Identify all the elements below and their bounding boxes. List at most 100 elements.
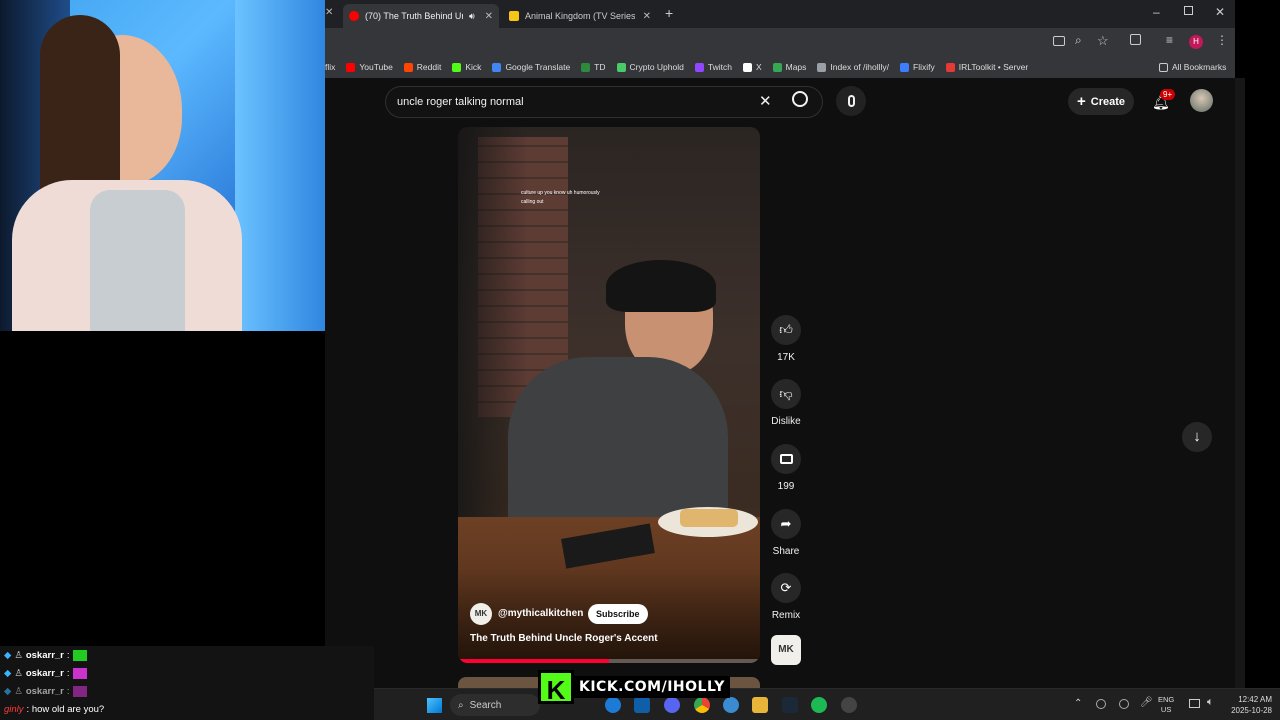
stream-chat: ◆ ♙ oskarr_r: ◆ ♙ oskarr_r: ◆ ♙ oskarr_r: g… (0, 646, 374, 720)
voice-search-button[interactable] (836, 86, 866, 116)
app-icon[interactable] (841, 697, 857, 713)
notifications-button[interactable]: 🔔︎ 9+ (1150, 89, 1176, 110)
clear-search-icon[interactable]: ✕ (759, 92, 772, 110)
install-app-icon[interactable] (1053, 36, 1065, 46)
chat-line: ◆ ♙ oskarr_r: (0, 646, 374, 664)
video-progress-track[interactable] (458, 659, 760, 663)
bookmark-item[interactable]: Kick (452, 62, 481, 72)
subscribe-button[interactable]: Subscribe (588, 604, 648, 624)
window-close-icon[interactable]: ✕ (1215, 5, 1225, 19)
steam-icon[interactable] (782, 697, 798, 713)
account-avatar[interactable] (1190, 89, 1213, 112)
bookmark-label: Crypto Uphold (629, 62, 684, 72)
windows-start-icon[interactable] (427, 698, 442, 713)
create-label: Create (1090, 95, 1125, 108)
bookmark-item[interactable]: Index of /ihollly/ (817, 62, 889, 72)
chat-username: oskarr_r (25, 649, 64, 661)
bookmark-star-icon[interactable]: ☆ (1097, 33, 1109, 49)
tray-chevron-icon[interactable]: ⌃ (1074, 698, 1082, 709)
badge-icon: ♙ (14, 667, 23, 679)
video-title[interactable]: The Truth Behind Uncle Roger's Accent (470, 633, 658, 644)
microphone-icon[interactable]: 🎤︎ (1140, 697, 1153, 708)
bookmark-list: flix YouTube Reddit Kick Google Translate TD C… (325, 62, 1039, 72)
new-tab-icon[interactable]: + (665, 5, 673, 21)
dislike-button[interactable]: 👎︎ (771, 379, 801, 409)
language-code: ENG (1158, 695, 1175, 704)
kick-icon (452, 62, 462, 72)
short-video-player[interactable]: culture up you know uh humorously callin… (458, 127, 760, 663)
maximize-icon[interactable] (1184, 6, 1193, 15)
x-icon (742, 62, 752, 72)
bookmark-item[interactable]: Flixify (900, 62, 935, 72)
speaker-icon[interactable]: 🔊︎ (469, 11, 475, 22)
network-icon[interactable] (1189, 699, 1200, 708)
create-button[interactable]: + Create (1068, 88, 1134, 115)
volume-icon[interactable]: 🔈︎ (1207, 696, 1214, 709)
bookmark-item[interactable]: Google Translate (492, 62, 570, 72)
remix-button[interactable]: ⟳ (771, 573, 801, 603)
browser-menu-icon[interactable]: ⋮ (1216, 33, 1228, 47)
tab-youtube[interactable]: (70) The Truth Behind Uncle 🔊︎ ✕ (343, 4, 499, 28)
bookmark-label: X (755, 62, 762, 72)
video-caption: culture up you know uh humorously callin… (521, 190, 600, 205)
maps-icon (772, 62, 782, 72)
remix-label: Remix (771, 610, 801, 621)
google-icon (492, 62, 502, 72)
search-input[interactable]: uncle roger talking normal (385, 86, 823, 118)
webcam-door (235, 0, 325, 331)
bookmark-item[interactable]: Twitch (694, 62, 732, 72)
like-button[interactable]: 👍︎ (771, 315, 801, 345)
bookmark-item[interactable]: X (742, 62, 762, 72)
bookmark-label: Flixify (913, 62, 935, 72)
comments-button[interactable] (771, 444, 801, 474)
tab-title: Animal Kingdom (TV Series 20 (525, 11, 635, 21)
search-icon[interactable] (792, 91, 808, 107)
channel-name[interactable]: @mythicalkitchen (498, 608, 583, 619)
page-scrollbar[interactable] (1235, 78, 1245, 688)
language-indicator[interactable]: ENG US (1158, 695, 1174, 715)
channel-avatar[interactable]: MK (470, 603, 492, 625)
profile-avatar[interactable]: H (1189, 35, 1203, 49)
kick-url: KICK.COM/IHOLLY (574, 676, 730, 698)
tray-app-icon[interactable] (1119, 699, 1129, 709)
bookmark-item[interactable]: TD (581, 62, 606, 72)
share-label: Share (772, 546, 800, 557)
bookmark-item[interactable]: flix (325, 62, 335, 72)
keyboard-layout: US (1160, 705, 1172, 714)
spotify-icon[interactable] (811, 697, 827, 713)
bookmark-label: IRLToolkit • Server (958, 62, 1029, 72)
close-tab-icon[interactable]: ✕ (643, 11, 651, 22)
search-query: uncle roger talking normal (397, 96, 524, 108)
extensions-icon[interactable] (1130, 34, 1141, 45)
bookmark-item[interactable]: Crypto Uphold (616, 62, 684, 72)
file-explorer-icon[interactable] (752, 697, 768, 713)
badge-icon: ◆ (4, 649, 12, 661)
bookmark-label: Reddit (416, 62, 442, 72)
chat-line: ginly : how old are you? (0, 700, 374, 718)
dislike-label: Dislike (771, 416, 801, 427)
chat-username: oskarr_r (25, 685, 64, 697)
close-tab-icon[interactable]: ✕ (485, 11, 493, 22)
all-bookmarks-button[interactable]: All Bookmarks (1159, 62, 1226, 72)
thumbs-up-icon: 👍︎ (779, 322, 793, 337)
bookmark-label: YouTube (359, 62, 393, 72)
minimize-icon[interactable]: – (1153, 5, 1160, 19)
chat-line: ◆ ♙ oskarr_r: (0, 682, 374, 700)
bookmark-item[interactable]: Maps (772, 62, 807, 72)
sound-thumbnail[interactable]: MK (771, 635, 801, 665)
bookmark-label: Maps (785, 62, 807, 72)
next-video-button[interactable]: ↓ (1182, 422, 1212, 452)
taskbar-search[interactable]: ⌕ Search (450, 694, 540, 716)
thumbs-down-icon: 👎︎ (779, 386, 793, 401)
zoom-icon[interactable]: ⌕ (1075, 33, 1082, 48)
clock[interactable]: 12:42 AM 2025-10-28 (1227, 694, 1272, 716)
youtube-icon (349, 11, 359, 21)
share-button[interactable]: ➦ (771, 509, 801, 539)
close-icon[interactable]: ✕ (325, 7, 333, 18)
bookmark-item[interactable]: Reddit (403, 62, 442, 72)
tray-app-icon[interactable] (1096, 699, 1106, 709)
bookmark-item[interactable]: YouTube (346, 62, 393, 72)
bookmark-item[interactable]: IRLToolkit • Server (945, 62, 1029, 72)
reading-list-icon[interactable]: ≡ (1166, 33, 1173, 47)
tab-imdb[interactable]: Animal Kingdom (TV Series 20 ✕ (503, 4, 657, 28)
